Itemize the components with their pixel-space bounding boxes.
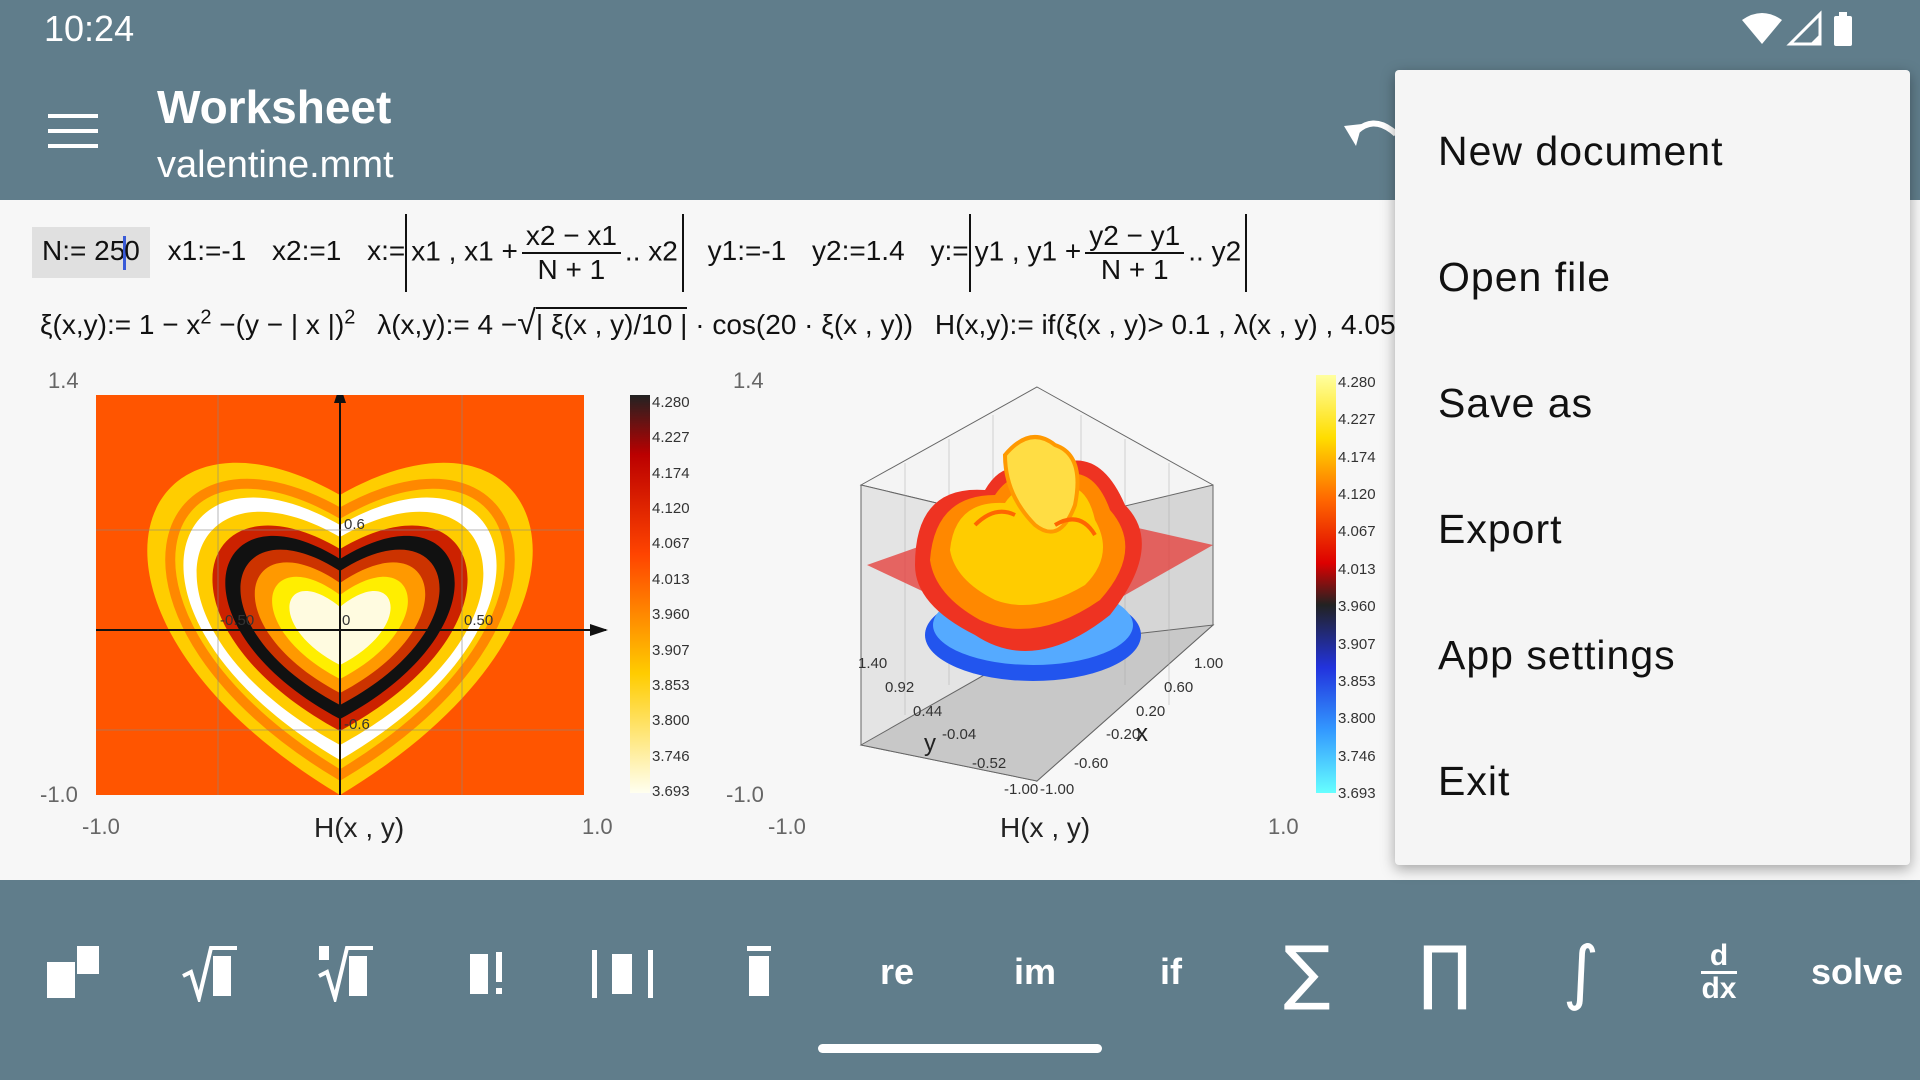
right-ytick-3: -0.04 xyxy=(942,726,977,743)
file-name: valentine.mmt xyxy=(157,144,394,186)
overline-icon[interactable] xyxy=(706,932,816,1012)
if-button[interactable]: if xyxy=(1116,932,1226,1012)
left-colorbar-label: 4.227 xyxy=(652,429,690,447)
right-ytick-1: 0.92 xyxy=(885,679,915,696)
right-ymin: -1.0 xyxy=(726,782,764,807)
formula-line-1[interactable]: N:= 250 x1:=-1 x2:=1 x:= x1 , x1 + x2 − x1… xyxy=(32,214,1248,292)
solve-button[interactable]: solve xyxy=(1802,932,1912,1012)
left-tick-m050: -0.50 xyxy=(220,612,255,629)
left-tick-0: 0 xyxy=(342,612,351,629)
right-axis-y: y xyxy=(924,730,936,757)
right-ymax: 1.4 xyxy=(733,368,764,393)
re-button[interactable]: re xyxy=(842,932,952,1012)
right-colorbar-label: 3.693 xyxy=(1338,785,1376,802)
menu-item-open-file[interactable]: Open file xyxy=(1438,254,1611,301)
right-xmin: -1.0 xyxy=(768,814,806,839)
right-xlabel: H(x , y) xyxy=(1000,812,1091,843)
integral-icon[interactable]: ∫ xyxy=(1526,931,1636,1013)
formula-line-2[interactable]: ξ(x,y):= 1 − x2 −(y − | x |)2 λ(x,y):= 4… xyxy=(40,304,1405,343)
nav-handle[interactable] xyxy=(818,1044,1102,1053)
battery-icon xyxy=(1834,16,1852,46)
menu-item-export[interactable]: Export xyxy=(1438,506,1563,553)
derivative-icon[interactable]: d dx xyxy=(1664,932,1774,1012)
heart-density-plot xyxy=(96,395,608,795)
left-xlabel: H(x , y) xyxy=(314,812,405,843)
right-xtick-4: -0.60 xyxy=(1074,755,1109,772)
left-xmin: -1.0 xyxy=(82,814,120,839)
left-colorbar-label: 4.280 xyxy=(652,394,690,411)
right-xtick-1: 0.60 xyxy=(1164,679,1194,696)
left-tick-050: 0.50 xyxy=(464,612,494,629)
right-axis-x: x xyxy=(1136,720,1148,747)
left-tick-m06: -0.6 xyxy=(344,716,370,733)
formula-n[interactable]: N:= 250 xyxy=(32,227,150,278)
nth-root-icon[interactable] xyxy=(292,932,402,1012)
right-xtick-2: 0.20 xyxy=(1136,703,1166,720)
product-icon[interactable]: ∏ xyxy=(1390,931,1500,1013)
abs-icon[interactable] xyxy=(568,932,678,1012)
right-xtick-5: -1.00 xyxy=(1040,781,1075,798)
left-colorbar-label: 3.960 xyxy=(652,606,690,624)
right-colorbar-label: 4.227 xyxy=(1338,411,1376,429)
left-ymin: -1.0 xyxy=(40,782,78,807)
right-colorbar xyxy=(1316,375,1336,793)
right-colorbar-label: 3.746 xyxy=(1338,747,1376,765)
right-xtick-0: 1.00 xyxy=(1194,655,1224,672)
menu-item-app-settings[interactable]: App settings xyxy=(1438,632,1676,679)
left-colorbar-label: 4.013 xyxy=(652,570,690,588)
right-colorbar-label: 3.960 xyxy=(1338,598,1376,616)
status-time: 10:24 xyxy=(44,8,135,49)
formula-y-range[interactable]: y:= y1 , y1 + y2 − y1 N + 1.. y2 xyxy=(930,214,1248,292)
left-colorbar-label: 3.746 xyxy=(652,747,690,765)
matrix-icon[interactable] xyxy=(20,932,130,1012)
factorial-icon[interactable] xyxy=(434,932,544,1012)
left-ymax: 1.4 xyxy=(48,368,79,393)
right-colorbar-label: 3.800 xyxy=(1338,710,1376,728)
right-ytick-2: 0.44 xyxy=(913,703,943,720)
menu-icon[interactable] xyxy=(48,114,98,154)
left-colorbar-label: 3.907 xyxy=(652,641,690,659)
undo-icon[interactable] xyxy=(1342,112,1402,156)
status-bar: 10:24 xyxy=(0,0,1920,62)
wifi-icon xyxy=(1742,13,1782,44)
left-xmax: 1.0 xyxy=(582,814,613,839)
heart-3d-plot xyxy=(859,386,1215,783)
right-colorbar-label: 3.853 xyxy=(1338,672,1376,690)
left-colorbar-label: 3.853 xyxy=(652,676,690,694)
right-colorbar-label: 4.280 xyxy=(1338,374,1376,391)
formula-x1[interactable]: x1:=-1 xyxy=(168,235,247,266)
right-ytick-0: 1.40 xyxy=(858,655,888,672)
right-colorbar-label: 4.013 xyxy=(1338,560,1376,578)
menu-item-new-document[interactable]: New document xyxy=(1438,128,1723,175)
left-colorbar xyxy=(630,395,650,793)
menu-item-exit[interactable]: Exit xyxy=(1438,758,1510,805)
left-colorbar-label: 4.120 xyxy=(652,500,690,518)
left-colorbar-label: 3.693 xyxy=(652,783,690,800)
menu-item-save-as[interactable]: Save as xyxy=(1438,380,1593,427)
right-colorbar-label: 3.907 xyxy=(1338,635,1376,653)
formula-y1[interactable]: y1:=-1 xyxy=(708,235,787,266)
right-ytick-5: -1.00 xyxy=(1004,781,1039,798)
left-colorbar-label: 4.067 xyxy=(652,535,690,553)
formula-x2[interactable]: x2:=1 xyxy=(272,235,341,266)
right-colorbar-label: 4.174 xyxy=(1338,448,1376,466)
formula-h[interactable]: H(x,y):= if(ξ(x , y)> 0.1 , λ(x , y) , 4… xyxy=(935,309,1405,340)
page-title: Worksheet xyxy=(157,81,392,133)
left-tick-06: 0.6 xyxy=(344,516,365,533)
overflow-menu: New document Open file Save as Export Ap… xyxy=(1395,70,1910,865)
formula-lambda[interactable]: λ(x,y):= 4 −√| ξ(x , y)/10 | · cos(20 · … xyxy=(377,304,913,342)
formula-x-range[interactable]: x:= x1 , x1 + x2 − x1 N + 1.. x2 xyxy=(367,214,692,292)
formula-y2[interactable]: y2:=1.4 xyxy=(812,235,905,266)
sum-icon[interactable]: ∑ xyxy=(1252,931,1362,1013)
right-ytick-4: -0.52 xyxy=(972,755,1007,772)
right-colorbar-label: 4.120 xyxy=(1338,486,1376,504)
left-colorbar-label: 3.800 xyxy=(652,712,690,730)
left-colorbar-label: 4.174 xyxy=(652,464,690,482)
right-xmax: 1.0 xyxy=(1268,814,1299,839)
sqrt-icon[interactable] xyxy=(156,932,266,1012)
right-colorbar-label: 4.067 xyxy=(1338,523,1376,541)
status-icons xyxy=(1740,10,1860,54)
im-button[interactable]: im xyxy=(980,932,1090,1012)
formula-xi[interactable]: ξ(x,y):= 1 − x2 −(y − | x |)2 xyxy=(40,307,355,340)
